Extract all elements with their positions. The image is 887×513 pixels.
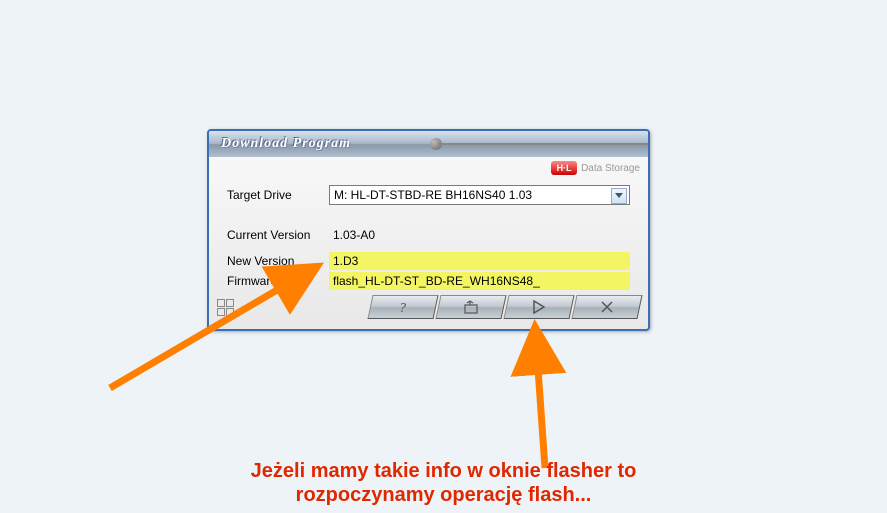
annotation-arrow-right: [495, 318, 575, 478]
brand-text: Data Storage: [581, 163, 640, 174]
help-button[interactable]: ?: [367, 295, 438, 319]
current-version-row: Current Version 1.03-A0: [227, 225, 630, 245]
play-icon: [533, 300, 545, 314]
annotation-text-line2: rozpoczynamy operację flash...: [0, 484, 887, 507]
dialog-content: Target Drive M: HL-DT-STBD-RE BH16NS40 1…: [209, 157, 648, 299]
svg-text:?: ?: [399, 301, 406, 315]
close-icon: [601, 301, 613, 313]
browse-icon: [463, 300, 479, 314]
target-drive-label: Target Drive: [227, 188, 329, 202]
dropdown-arrow-icon[interactable]: [611, 188, 627, 204]
new-version-label: New Version: [227, 254, 329, 268]
firmware-file-label: Firmware File: [227, 274, 329, 288]
firmware-file-row: Firmware File flash_HL-DT-ST_BD-RE_WH16N…: [227, 271, 630, 291]
brand-area: H·L Data Storage: [551, 161, 640, 175]
target-drive-value: M: HL-DT-STBD-RE BH16NS40 1.03: [334, 188, 532, 202]
window-grid-icon[interactable]: [217, 299, 234, 316]
brand-logo: H·L: [551, 161, 577, 175]
target-drive-row: Target Drive M: HL-DT-STBD-RE BH16NS40 1…: [227, 185, 630, 205]
new-version-value: 1.D3: [329, 252, 630, 270]
firmware-file-value: flash_HL-DT-ST_BD-RE_WH16NS48_: [329, 272, 630, 290]
start-button[interactable]: [503, 295, 574, 319]
cancel-button[interactable]: [571, 295, 642, 319]
window-title: Download Program: [221, 136, 351, 152]
new-version-row: New Version 1.D3: [227, 251, 630, 271]
help-icon: ?: [396, 299, 410, 315]
current-version-label: Current Version: [227, 228, 329, 242]
titlebar-decoration-line: [438, 143, 648, 145]
browse-button[interactable]: [435, 295, 506, 319]
annotation-text-line1: Jeżeli mamy takie info w oknie flasher t…: [0, 460, 887, 483]
current-version-value: 1.03-A0: [329, 226, 630, 244]
titlebar[interactable]: Download Program: [209, 131, 648, 157]
button-bar: ?: [209, 291, 648, 323]
target-drive-dropdown[interactable]: M: HL-DT-STBD-RE BH16NS40 1.03: [329, 185, 630, 205]
download-program-dialog: Download Program H·L Data Storage Target…: [207, 129, 650, 331]
